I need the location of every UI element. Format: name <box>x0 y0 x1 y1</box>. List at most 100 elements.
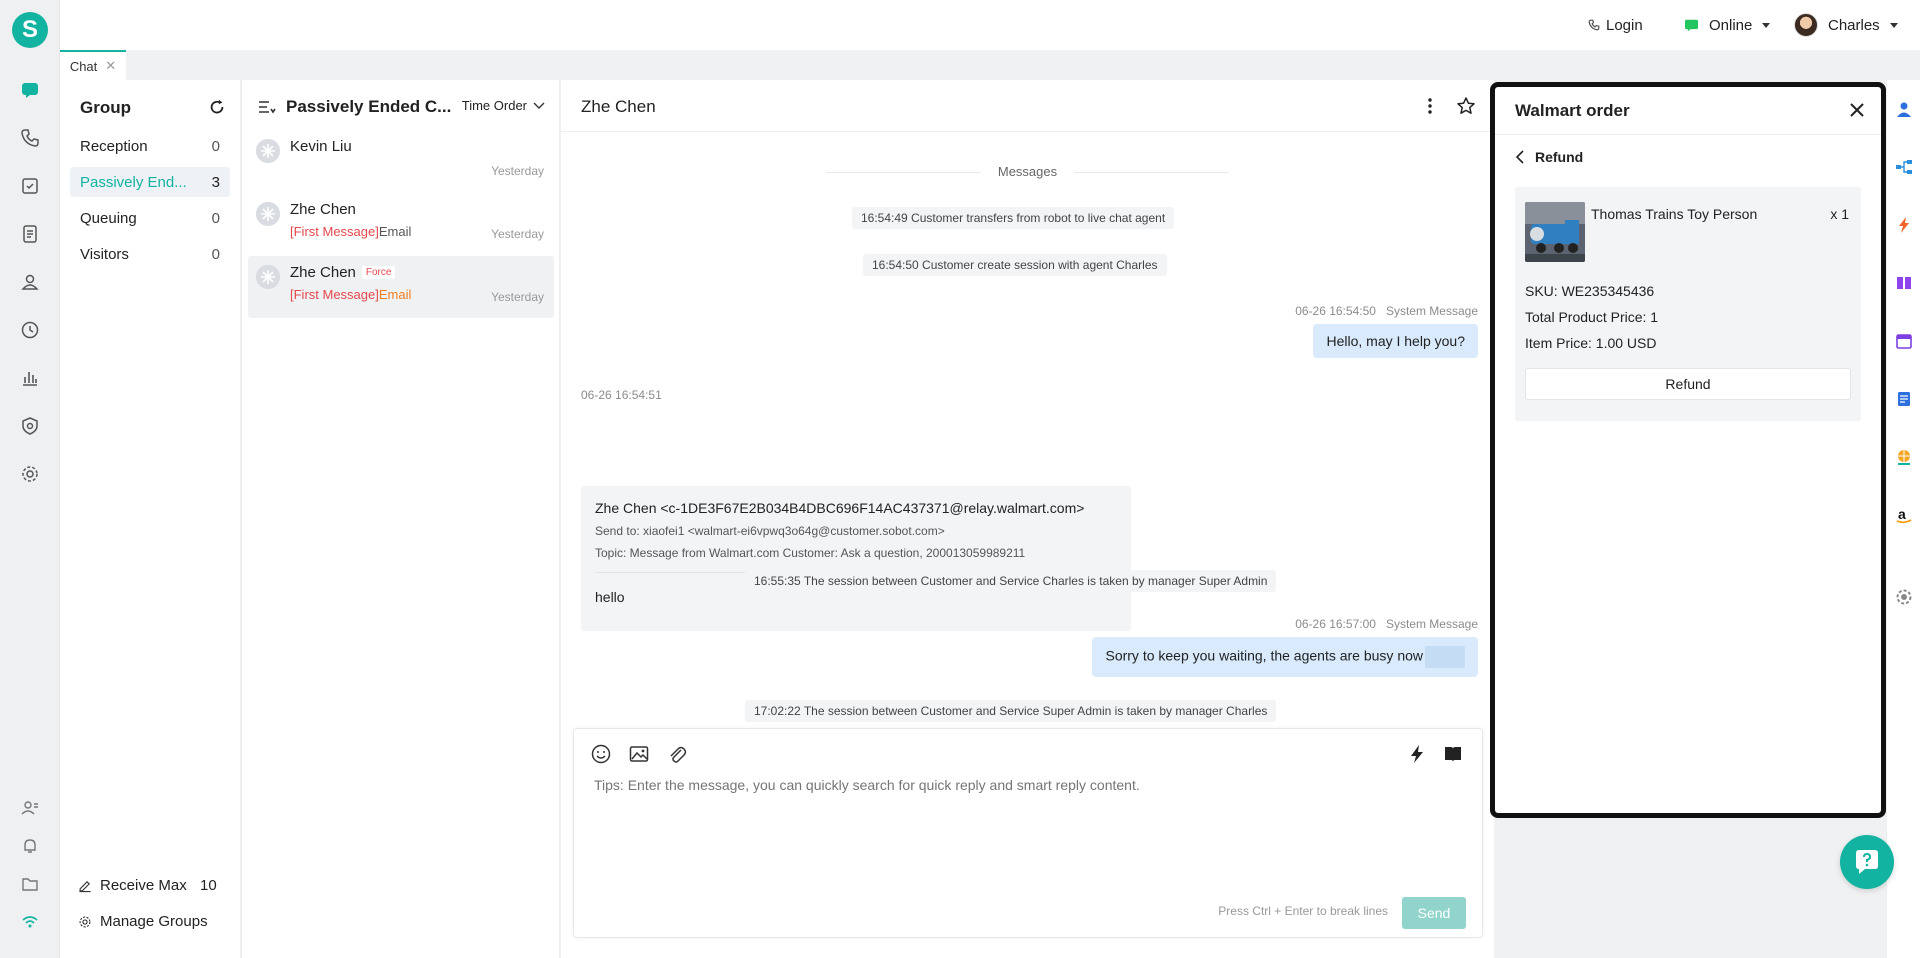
star-icon[interactable] <box>1456 96 1476 116</box>
close-icon[interactable]: ✕ <box>105 58 116 74</box>
messages-divider: Messages <box>997 164 1058 179</box>
group-title: Group <box>80 98 131 117</box>
first-message-tag: [First Message] <box>290 287 379 302</box>
folder-icon[interactable] <box>18 872 42 896</box>
conversation-name-text: Zhe Chen <box>290 264 356 281</box>
message-meta: 06-26 16:54:50 System Message <box>1295 304 1478 318</box>
attachment-icon[interactable] <box>666 743 688 765</box>
conversation-list-panel: Passively Ended C... Time Order Kevin Li… <box>241 80 560 958</box>
refresh-icon[interactable] <box>208 98 226 116</box>
emoji-icon[interactable] <box>590 743 612 765</box>
more-vertical-icon[interactable] <box>1420 96 1440 116</box>
agent-status-icon[interactable] <box>18 796 42 820</box>
conversation-name: Zhe Chen <box>290 201 356 218</box>
left-nav-rail: S <box>0 0 60 958</box>
book-icon[interactable] <box>1895 274 1913 292</box>
force-badge: Force <box>361 266 396 279</box>
document-icon[interactable] <box>18 222 42 246</box>
user-profile-icon[interactable] <box>1895 100 1913 118</box>
orange-app-icon[interactable] <box>1895 448 1913 466</box>
group-item-reception[interactable]: Reception 0 <box>70 131 230 161</box>
user-name: Charles <box>1828 16 1880 34</box>
agent-message-bubble: Hello, may I help you? <box>1313 324 1478 358</box>
conversation-item[interactable]: Kevin Liu Yesterday <box>248 130 554 192</box>
status-label: Online <box>1709 16 1753 34</box>
right-plugin-rail: a <box>1886 80 1920 958</box>
back-to-refund[interactable]: Refund <box>1515 149 1583 165</box>
chat-panel: Zhe Chen Messages 16:54:49 Customer tran… <box>561 80 1494 958</box>
quality-check-icon[interactable] <box>18 414 42 438</box>
avatar <box>256 139 280 163</box>
wifi-icon <box>18 910 42 934</box>
conversation-name-text: Kevin Liu <box>290 138 352 155</box>
group-item-count: 0 <box>211 209 220 227</box>
manage-groups-button[interactable]: Manage Groups <box>78 913 208 930</box>
conversation-time: Yesterday <box>491 290 544 304</box>
conversation-list-header: Passively Ended C... Time Order <box>242 80 561 132</box>
statistics-icon[interactable] <box>18 366 42 390</box>
chat-icon[interactable] <box>18 78 42 102</box>
product-image <box>1525 202 1585 262</box>
chat-title: Zhe Chen <box>581 97 656 116</box>
history-icon[interactable] <box>18 318 42 342</box>
group-item-label: Reception <box>80 137 148 155</box>
amazon-icon[interactable]: a <box>1895 506 1913 524</box>
conversation-time: Yesterday <box>491 164 544 178</box>
ticket-icon[interactable] <box>18 174 42 198</box>
send-button[interactable]: Send <box>1402 897 1466 929</box>
order-panel-title: Walmart order <box>1515 101 1630 120</box>
system-notice: 16:54:49 Customer transfers from robot t… <box>852 207 1175 229</box>
lightning-icon[interactable] <box>1895 216 1913 234</box>
phone-icon <box>1588 19 1600 31</box>
time-order-dropdown[interactable]: Time Order <box>462 98 545 113</box>
user-menu[interactable]: Charles <box>1794 13 1898 37</box>
message-time: 06-26 16:57:00 <box>1295 617 1376 631</box>
back-label: Refund <box>1535 149 1584 165</box>
menu-filter-icon[interactable] <box>258 99 276 115</box>
group-item-count: 0 <box>211 137 220 155</box>
conversation-item[interactable]: Zhe Chen Force [First Message]Email Yeste… <box>248 256 554 318</box>
chat-header: Zhe Chen <box>561 80 1494 132</box>
group-item-queuing[interactable]: Queuing 0 <box>70 203 230 233</box>
help-button[interactable] <box>1840 835 1894 889</box>
chevron-left-icon <box>1515 150 1524 164</box>
group-panel: Group Reception 0 Passively End... 3 Que… <box>60 80 240 958</box>
manage-groups-label: Manage Groups <box>100 913 208 930</box>
settings-icon[interactable] <box>18 462 42 486</box>
gear-icon[interactable] <box>1895 588 1913 606</box>
chevron-down-icon <box>1762 22 1771 28</box>
notes-icon[interactable] <box>1895 390 1913 408</box>
group-item-label: Queuing <box>80 209 137 227</box>
knowledge-book-icon[interactable] <box>1442 743 1464 765</box>
conversation-item[interactable]: Zhe Chen [First Message]Email Yesterday <box>248 193 554 255</box>
status-dropdown[interactable]: Online <box>1684 15 1771 35</box>
quick-reply-icon[interactable] <box>1406 743 1428 765</box>
image-icon[interactable] <box>628 743 650 765</box>
message-sender: System Message <box>1385 304 1478 318</box>
bell-icon[interactable] <box>18 834 42 858</box>
hierarchy-icon[interactable] <box>1895 158 1913 176</box>
calendar-icon[interactable] <box>1895 332 1913 350</box>
avatar <box>1794 13 1818 37</box>
app-logo[interactable]: S <box>12 12 48 48</box>
order-panel-header: Walmart order <box>1495 87 1881 135</box>
close-icon[interactable] <box>1847 100 1867 120</box>
receive-max-value: 10 <box>200 877 217 894</box>
group-item-passively-ended[interactable]: Passively End... 3 <box>70 167 230 197</box>
gear-icon <box>79 916 91 927</box>
svg-text:a: a <box>1898 506 1906 522</box>
tab-chat[interactable]: Chat ✕ <box>60 50 126 80</box>
message-composer: Press Ctrl + Enter to break lines Send <box>573 728 1483 938</box>
group-item-visitors[interactable]: Visitors 0 <box>70 239 230 269</box>
refund-button[interactable]: Refund <box>1525 368 1851 400</box>
contacts-icon[interactable] <box>18 270 42 294</box>
chevron-down-icon <box>1889 22 1898 28</box>
receive-max-setting[interactable]: Receive Max 10 <box>78 877 228 894</box>
system-notice: 16:55:35 The session between Customer an… <box>745 570 1277 592</box>
receive-max-label: Receive Max <box>100 877 187 894</box>
message-input[interactable] <box>594 777 1454 793</box>
conversation-time: Yesterday <box>491 227 544 241</box>
login-button[interactable]: Login <box>1588 15 1643 35</box>
tab-strip: Chat ✕ <box>60 50 1920 80</box>
phone-icon[interactable] <box>18 126 42 150</box>
